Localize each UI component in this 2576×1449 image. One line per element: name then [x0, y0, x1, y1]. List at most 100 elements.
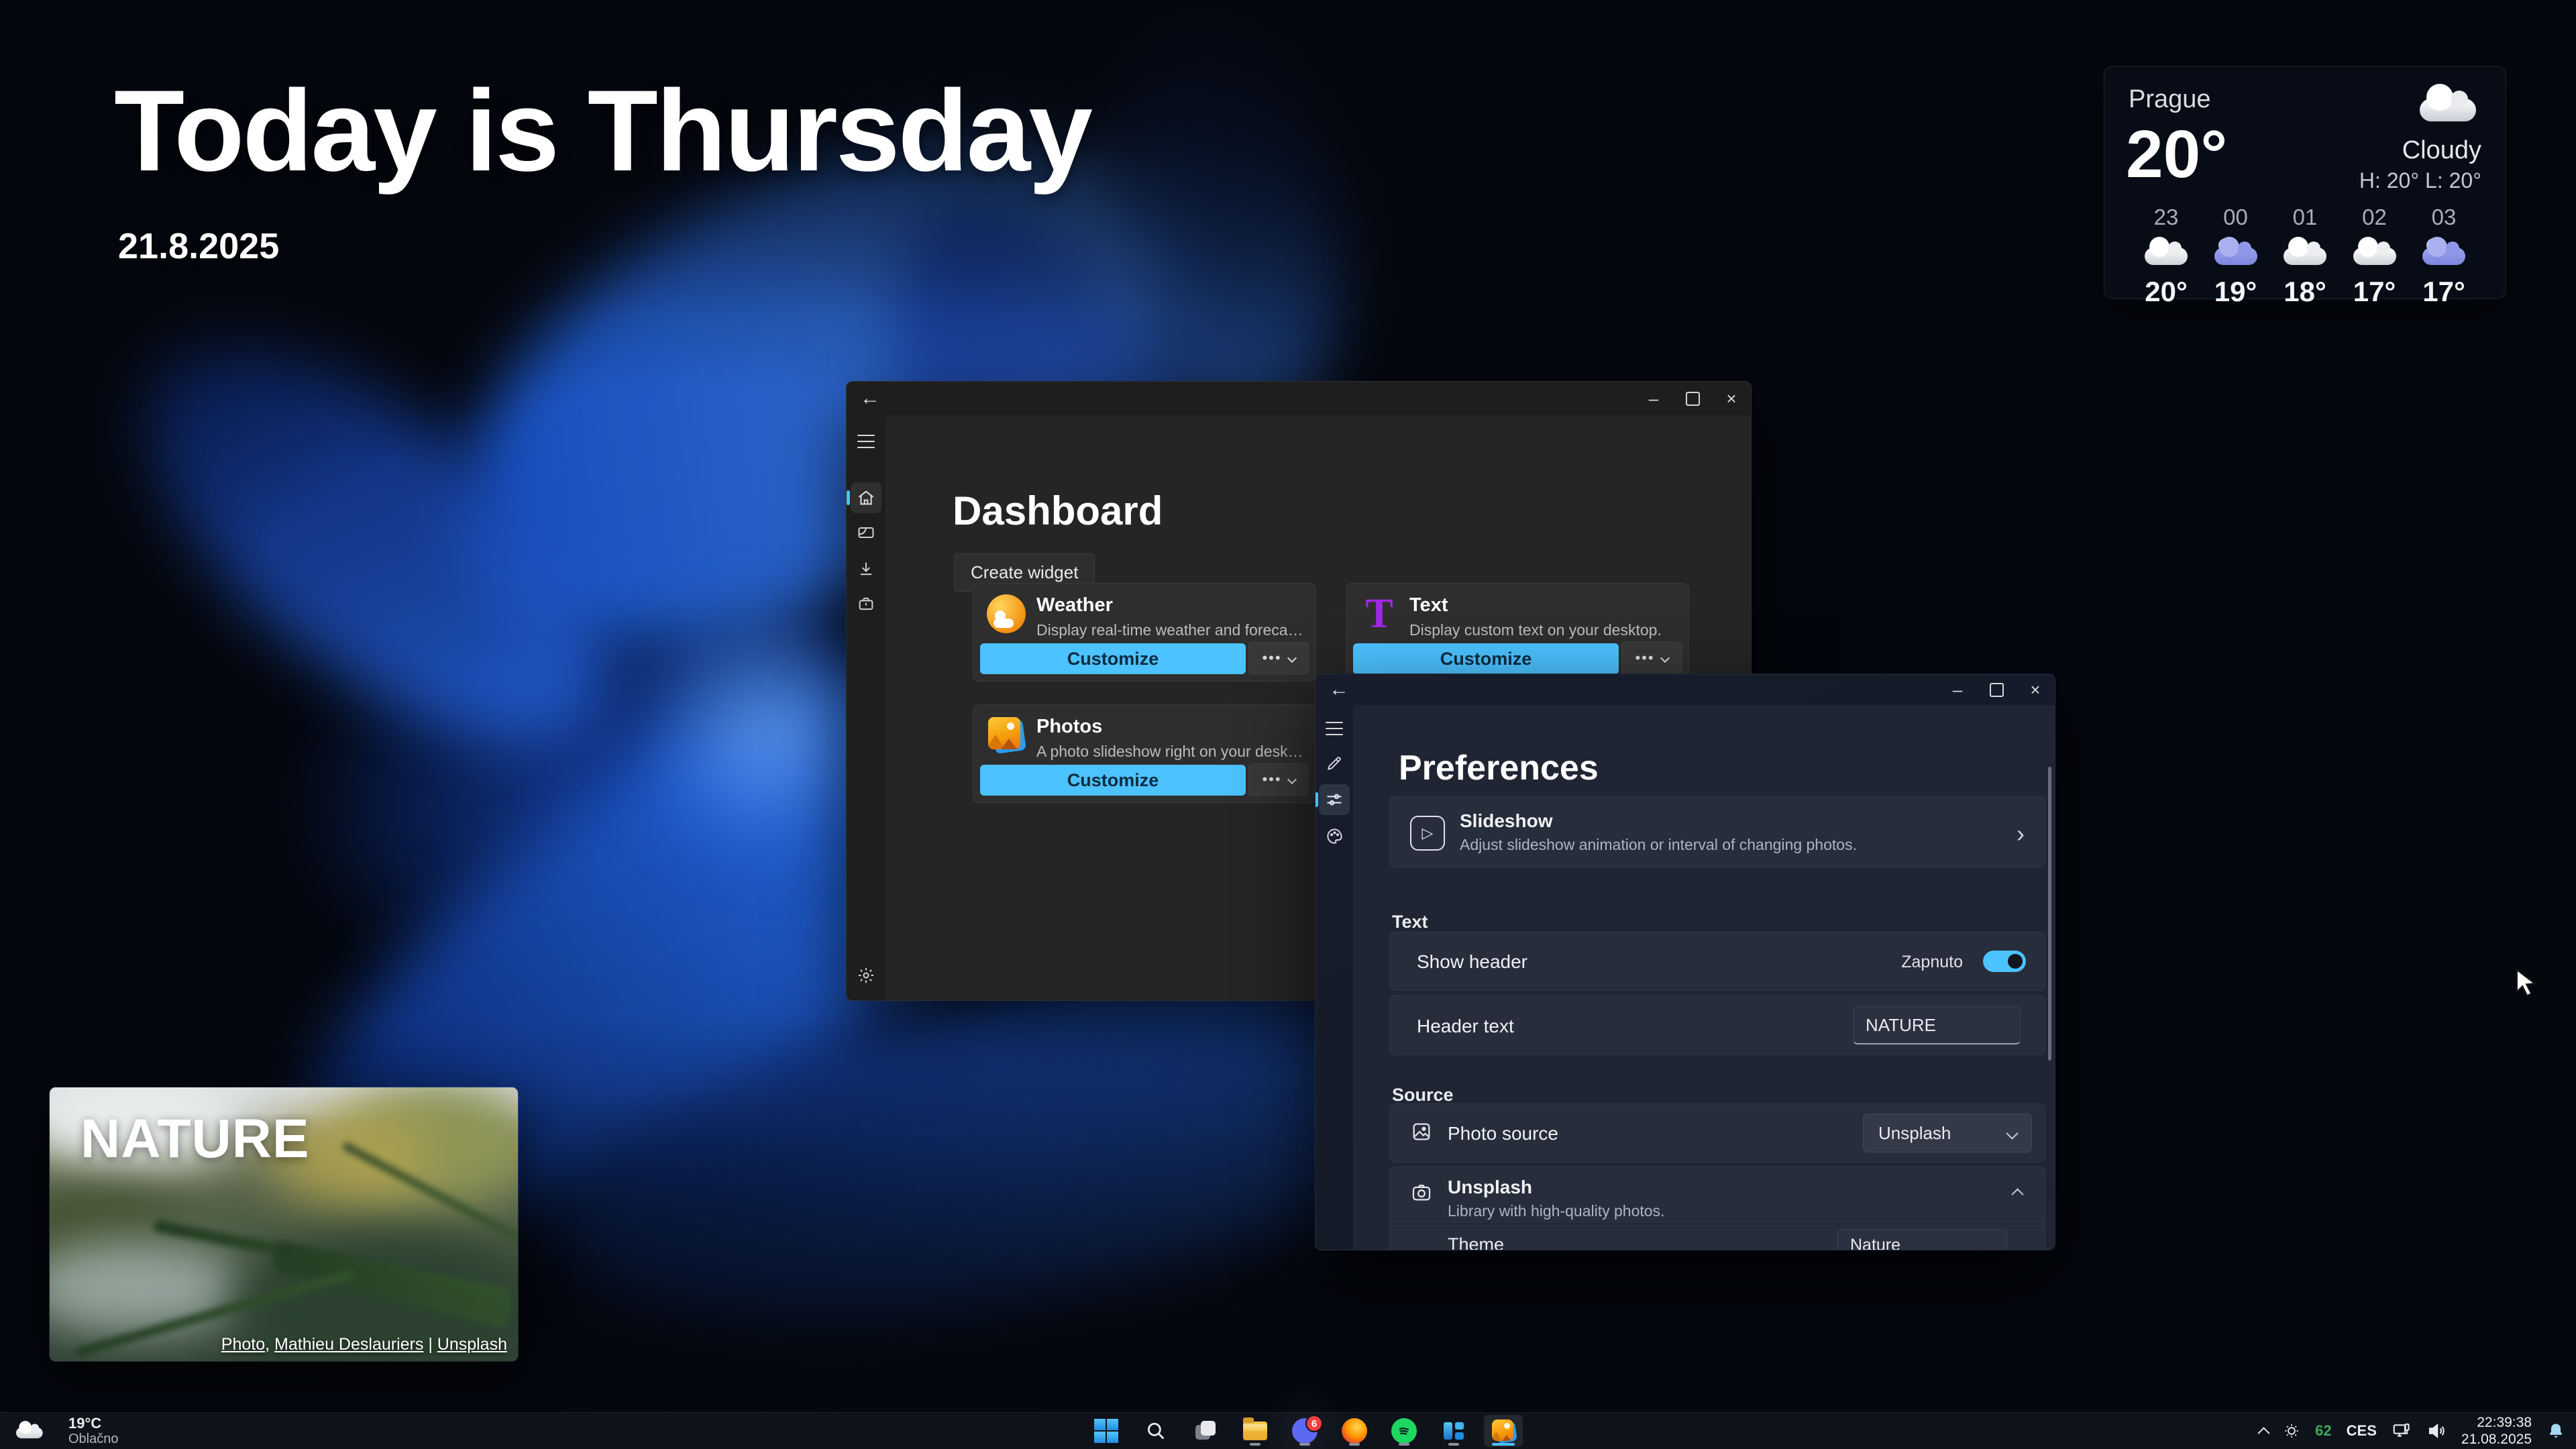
photos-button[interactable] [1484, 1415, 1523, 1447]
customize-button[interactable]: Customize [980, 765, 1246, 796]
time-text: 22:39:38 [2477, 1414, 2532, 1431]
briefcase-icon [857, 594, 875, 613]
camera-icon [1410, 1181, 1433, 1203]
maximize-button[interactable] [1977, 674, 2016, 705]
brightness-tray-icon[interactable] [2283, 1422, 2300, 1440]
sidebar-item-library[interactable] [851, 588, 881, 619]
weather-condition: Cloudy [2402, 136, 2481, 165]
bewidgets-icon [1442, 1419, 1465, 1442]
hamburger-icon [1326, 728, 1343, 730]
slideshow-row[interactable]: ▷ Slideshow Adjust slideshow animation o… [1389, 796, 2045, 867]
forecast-hour: 01 18° [2273, 205, 2337, 308]
image-icon [1410, 1120, 1433, 1143]
discord-button[interactable]: 6 [1285, 1415, 1324, 1447]
menu-button[interactable] [851, 426, 881, 457]
scrollbar[interactable] [2048, 767, 2051, 1061]
header-text-input[interactable] [1853, 1006, 2021, 1044]
sidebar-item-home[interactable] [851, 482, 881, 513]
back-button[interactable]: ← [860, 387, 880, 410]
file-explorer-button[interactable] [1236, 1415, 1275, 1447]
weather-widget: Prague 20° Cloudy H: 20° L: 20° 23 20° 0… [2104, 66, 2506, 299]
photo-attribution: Photo, Mathieu Deslauriers | Unsplash [221, 1335, 507, 1354]
firefox-button[interactable] [1335, 1415, 1374, 1447]
sidebar-item-settings[interactable] [851, 960, 881, 991]
search-button[interactable] [1136, 1415, 1175, 1447]
header-text-label: Header text [1417, 1016, 1514, 1037]
forecast-hour: 03 17° [2412, 205, 2476, 308]
taskbar-icons: 6 [1086, 1413, 1523, 1449]
mouse-cursor [2513, 969, 2540, 998]
minimize-button[interactable]: – [1938, 674, 1977, 705]
taskbar-weather-temp: 19°C [68, 1415, 119, 1432]
theme-input[interactable] [1837, 1229, 2007, 1250]
chevron-down-icon [1660, 653, 1669, 663]
taskbar-weather-condition: Oblačno [68, 1432, 119, 1447]
card-description: Display custom text on your desktop. [1409, 621, 1678, 639]
hidden-icons-chevron[interactable] [2257, 1427, 2269, 1439]
photo-source-dropdown[interactable]: Unsplash [1863, 1114, 2032, 1152]
weather-high-low: H: 20° L: 20° [2359, 168, 2481, 193]
network-icon[interactable] [2392, 1421, 2412, 1441]
photos-titlebar[interactable]: ← Photos – × [1316, 674, 2055, 705]
hour-temp: 20° [2145, 276, 2188, 308]
author-link[interactable]: Mathieu Deslauriers [274, 1335, 423, 1354]
cloud-moon-icon [2214, 239, 2257, 266]
maximize-button[interactable] [1673, 382, 1712, 415]
hour-label: 01 [2293, 205, 2318, 230]
gear-icon [857, 966, 875, 985]
unsplash-link[interactable]: Unsplash [437, 1335, 507, 1354]
hour-temp: 19° [2214, 276, 2257, 308]
weather-hourly-forecast: 23 20° 00 19° 01 18° 02 17° 03 [2134, 205, 2476, 308]
home-icon [857, 488, 875, 507]
photo-source-label: Photo source [1448, 1123, 1558, 1144]
customize-button[interactable]: Customize [1353, 643, 1619, 674]
chevron-down-icon [2006, 1127, 2018, 1139]
temperature-tray-value[interactable]: 62 [2315, 1422, 2331, 1440]
hour-temp: 17° [2422, 276, 2465, 308]
speaker-icon[interactable] [2426, 1421, 2447, 1441]
more-options-button[interactable]: ••• [1621, 642, 1682, 674]
menu-button[interactable] [1319, 713, 1350, 744]
language-indicator[interactable]: CES [2347, 1422, 2377, 1440]
sidebar-item-preferences[interactable] [1319, 784, 1350, 815]
spotify-button[interactable] [1385, 1415, 1424, 1447]
chevron-up-icon[interactable] [2011, 1188, 2023, 1200]
close-button[interactable]: × [1712, 382, 1751, 415]
task-view-button[interactable] [1186, 1415, 1225, 1447]
text-card-icon: T [1360, 594, 1399, 633]
weather-current-temp: 20° [2126, 116, 2227, 193]
more-options-button[interactable]: ••• [1248, 642, 1309, 674]
photos-icon [1491, 1418, 1516, 1444]
screen-widget-icon [857, 523, 875, 542]
dropdown-value: Unsplash [1878, 1123, 1951, 1144]
bewidgets-titlebar[interactable]: ← BeWidgets – × [847, 382, 1751, 415]
start-button[interactable] [1087, 1415, 1126, 1447]
sidebar-item-downloads[interactable] [851, 553, 881, 584]
greeting-widget: Today is Thursday 21.8.2025 [114, 64, 1091, 267]
notification-bell-icon[interactable] [2546, 1421, 2565, 1440]
section-label-source: Source [1392, 1085, 1454, 1106]
close-button[interactable]: × [2016, 674, 2055, 705]
chevron-down-icon [1287, 653, 1296, 663]
minimize-button[interactable]: – [1634, 382, 1673, 415]
greeting-title: Today is Thursday [114, 64, 1091, 197]
sidebar-item-theme[interactable] [1319, 820, 1350, 851]
unsplash-expander: Unsplash Library with high-quality photo… [1389, 1167, 2045, 1250]
customize-button[interactable]: Customize [980, 643, 1246, 674]
sidebar-item-edit[interactable] [1319, 748, 1350, 779]
show-header-toggle[interactable] [1983, 951, 2026, 972]
back-button[interactable]: ← [1329, 678, 1349, 701]
card-title: Text [1409, 594, 1448, 616]
more-options-button[interactable]: ••• [1248, 763, 1309, 796]
ellipsis-icon: ••• [1262, 771, 1281, 788]
photos-preferences-panel: Preferences ▷ Slideshow Adjust slideshow… [1353, 705, 2055, 1250]
sidebar-item-widgets[interactable] [851, 517, 881, 548]
widget-card-photos: Photos A photo slideshow right on your d… [973, 704, 1316, 803]
clock[interactable]: 22:39:38 21.08.2025 [2461, 1414, 2532, 1448]
chevron-right-icon: › [2017, 820, 2025, 848]
photo-link[interactable]: Photo [221, 1335, 265, 1354]
taskbar-weather-button[interactable]: 19°C Oblačno [9, 1413, 125, 1449]
widget-card-text: T Text Display custom text on your deskt… [1346, 583, 1689, 682]
bewidgets-button[interactable] [1434, 1415, 1473, 1447]
slideshow-play-icon: ▷ [1410, 816, 1445, 851]
